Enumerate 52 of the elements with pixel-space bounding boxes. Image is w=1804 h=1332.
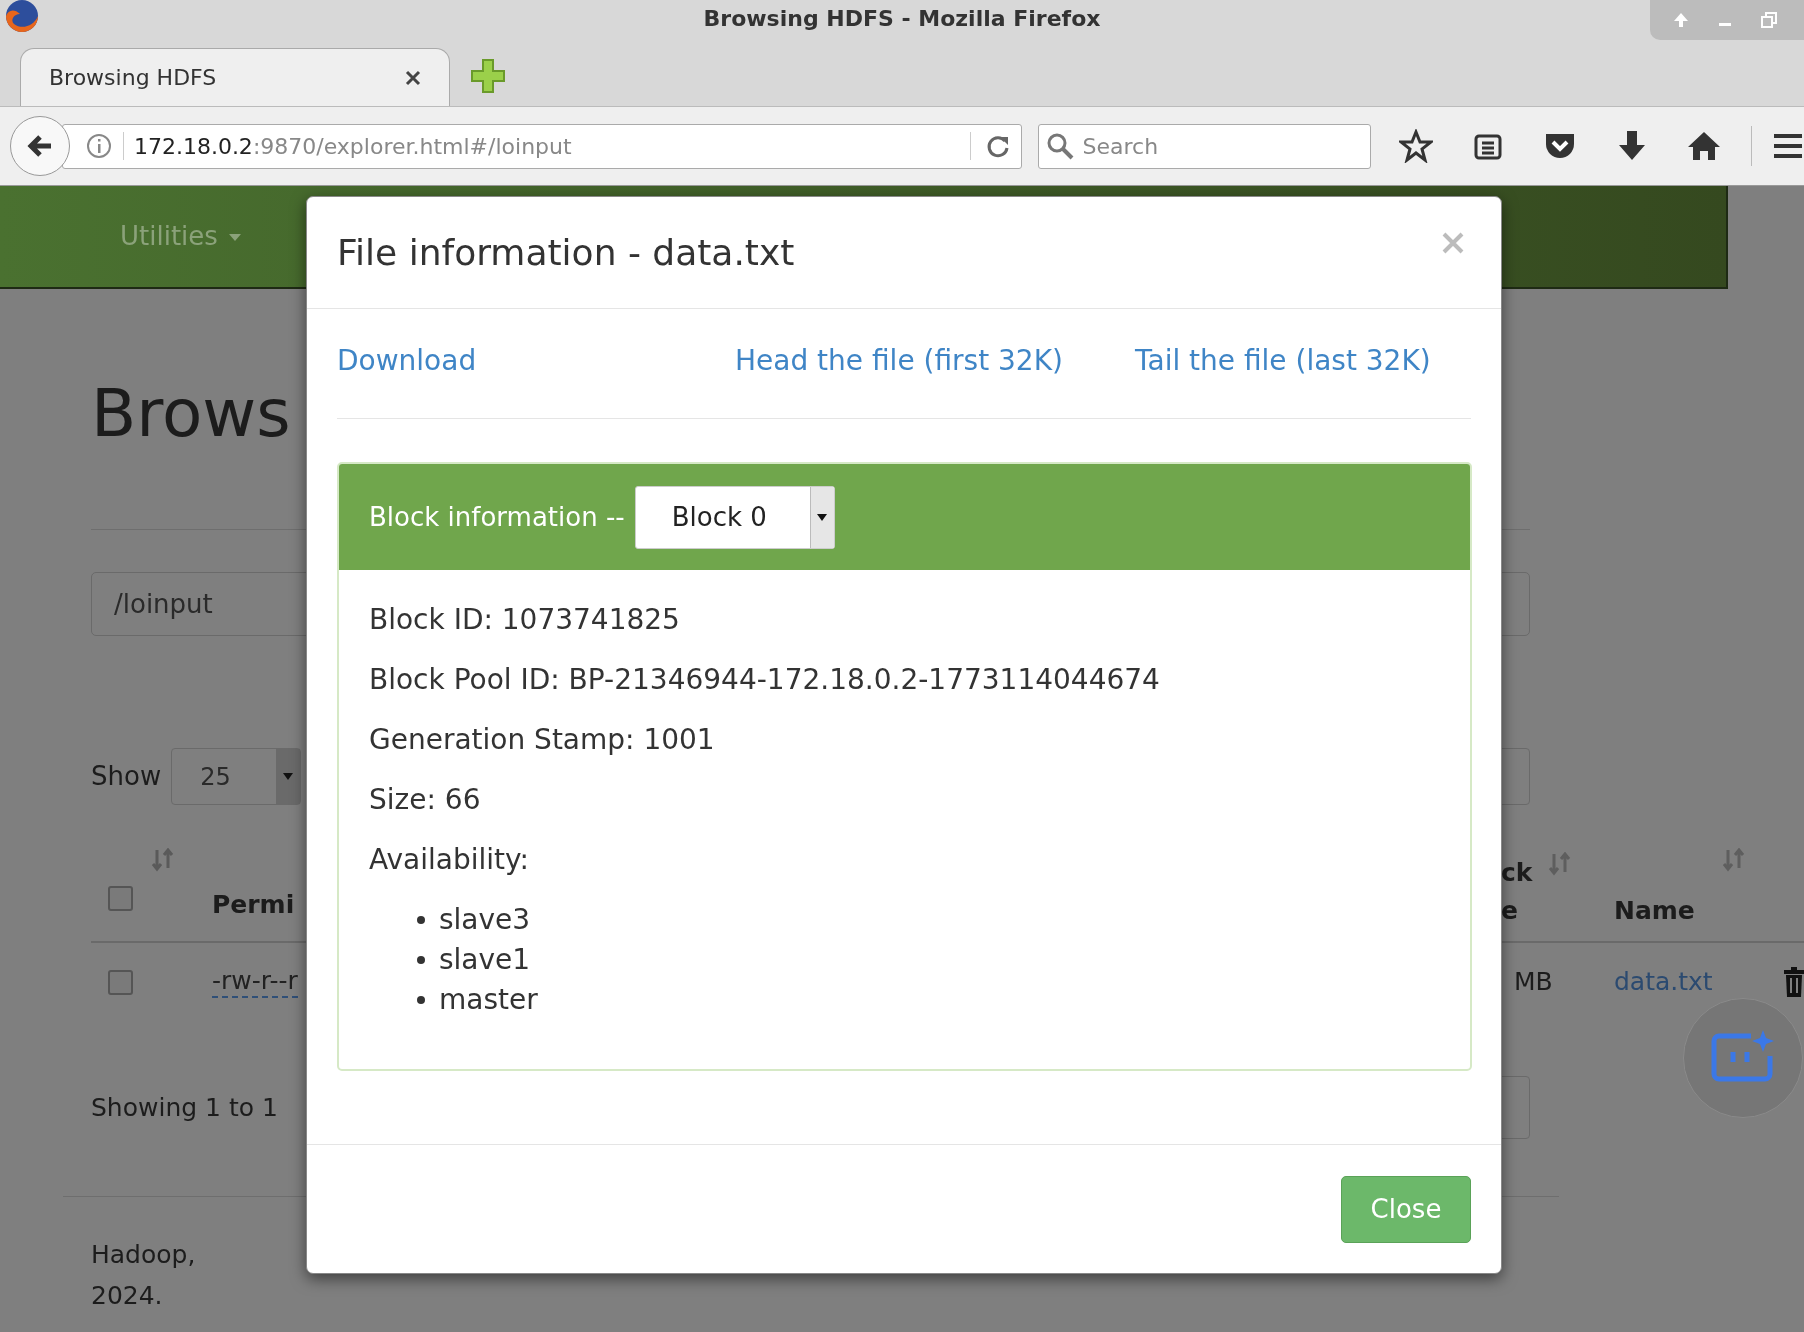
column-header: ck: [1501, 857, 1533, 889]
search-icon: [1045, 131, 1074, 160]
page-heading: Brows: [91, 376, 291, 452]
utilities-menu[interactable]: Utilities: [120, 217, 242, 256]
caret-icon: [817, 513, 828, 521]
browser-tab[interactable]: Browsing HDFS: [20, 48, 450, 106]
up-arrow-icon[interactable]: [1672, 11, 1690, 29]
column-header: Permi: [212, 890, 295, 920]
block-field: Generation Stamp: 1001: [369, 720, 1470, 780]
caret-icon: [227, 231, 242, 242]
checkbox[interactable]: [108, 886, 133, 911]
url-text: 172.18.0.2:9870/explorer.html#/loinput: [133, 132, 573, 161]
address-bar[interactable]: 172.18.0.2:9870/explorer.html#/loinput: [61, 123, 1022, 169]
new-tab-icon[interactable]: [470, 58, 506, 94]
footer-text: Hadoop, 2024.: [91, 1239, 197, 1312]
tab-title: Browsing HDFS: [49, 64, 218, 92]
bullet-icon: [417, 956, 425, 964]
restore-icon[interactable]: [1760, 11, 1778, 29]
file-link[interactable]: data.txt: [1614, 966, 1713, 996]
size-text: MB: [1513, 966, 1554, 999]
dialog-link[interactable]: Head the file (first 32K): [735, 343, 1063, 377]
caret-icon: [283, 773, 294, 780]
table-info: Showing 1 to 1: [91, 1091, 278, 1124]
block-select[interactable]: Block 0: [634, 485, 835, 549]
block-field: Size: 66: [369, 780, 1470, 840]
availability-label: Availability:: [369, 842, 530, 878]
back-button[interactable]: [10, 116, 70, 176]
permission-text: -rw-r--r: [212, 966, 298, 998]
block-field: Block ID: 1073741825: [369, 600, 1470, 660]
column-header: Name: [1614, 895, 1696, 927]
trash-icon[interactable]: [1784, 967, 1804, 997]
block-field: Block Pool ID: BP-21346944-172.18.0.2-1773114044674: [369, 660, 1470, 720]
dialog-link[interactable]: Download: [337, 343, 477, 377]
window-title: Browsing HDFS - Mozilla Firefox: [703, 4, 1101, 33]
host-name: master: [439, 982, 538, 1018]
star-icon[interactable]: [1399, 129, 1433, 163]
dialog-link[interactable]: Tail the file (last 32K): [1135, 343, 1431, 377]
bullet-icon: [417, 916, 425, 924]
panel-title: Block information --: [369, 500, 625, 534]
bullet-icon: [417, 996, 425, 1004]
home-icon[interactable]: [1687, 130, 1721, 162]
checkbox[interactable]: [108, 969, 133, 995]
close-icon[interactable]: [405, 69, 421, 86]
column-header: e: [1501, 895, 1519, 927]
host-name: slave3: [439, 902, 531, 938]
info-icon[interactable]: [84, 132, 113, 160]
show-label: Show: [91, 760, 162, 793]
search-field[interactable]: Search: [1037, 123, 1371, 169]
dialog-title: File information - data.txt: [337, 230, 796, 275]
host-name: slave1: [439, 942, 531, 978]
close-button[interactable]: Close: [1341, 1175, 1471, 1243]
page-size-select[interactable]: 25: [171, 748, 302, 805]
